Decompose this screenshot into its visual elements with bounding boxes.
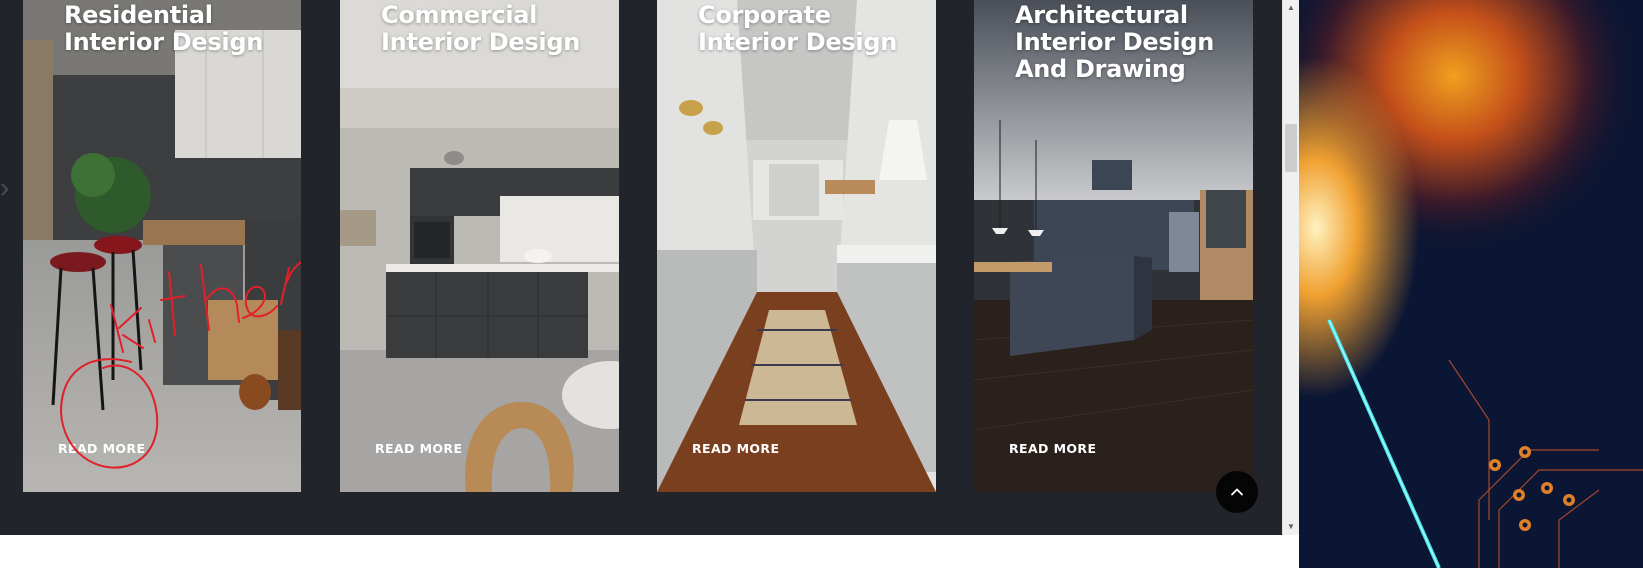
window-bottom-edge bbox=[0, 535, 1299, 568]
card-title-line: Corporate bbox=[698, 1, 831, 29]
scroll-to-top-button[interactable] bbox=[1216, 471, 1258, 513]
card-title: Architectural Interior Design And Drawin… bbox=[1015, 2, 1233, 83]
read-more-link[interactable]: READ MORE bbox=[692, 441, 779, 456]
read-more-link[interactable]: READ MORE bbox=[1009, 441, 1096, 456]
service-card-residential[interactable]: Residential Interior Design READ MORE bbox=[23, 0, 301, 492]
scroll-down-arrow-icon[interactable]: ▼ bbox=[1283, 519, 1299, 535]
card-title-line: Interior Design bbox=[381, 28, 580, 56]
card-title-line: Interior Design bbox=[698, 28, 897, 56]
residential-kitchen-photo bbox=[23, 0, 301, 492]
card-title-line: Interior Design bbox=[64, 28, 263, 56]
service-card-commercial[interactable]: Commercial Interior Design READ MORE bbox=[340, 0, 619, 492]
scroll-up-arrow-icon[interactable]: ▲ bbox=[1283, 0, 1299, 16]
carousel-prev-arrow[interactable]: › bbox=[0, 168, 10, 208]
read-more-link[interactable]: READ MORE bbox=[58, 441, 145, 456]
card-title-line: Commercial bbox=[381, 1, 538, 29]
card-title-line: Interior Design bbox=[1015, 28, 1214, 56]
vertical-scrollbar[interactable]: ▲ ▼ bbox=[1282, 0, 1299, 535]
circuit-background-image bbox=[1299, 0, 1643, 568]
service-card-architectural[interactable]: Architectural Interior Design And Drawin… bbox=[974, 0, 1253, 492]
card-title: Residential Interior Design bbox=[64, 2, 281, 56]
desktop-background-panel bbox=[1299, 0, 1643, 568]
card-title-line: Residential bbox=[64, 1, 213, 29]
card-title-line: Architectural bbox=[1015, 1, 1188, 29]
commercial-kitchen-photo bbox=[340, 0, 619, 492]
card-title: Corporate Interior Design bbox=[698, 2, 916, 56]
card-title-line: And Drawing bbox=[1015, 55, 1186, 83]
chevron-up-icon bbox=[1231, 488, 1243, 496]
corporate-kitchen-photo bbox=[657, 0, 936, 492]
service-card-corporate[interactable]: Corporate Interior Design READ MORE bbox=[657, 0, 936, 492]
scrollbar-thumb[interactable] bbox=[1285, 124, 1297, 172]
card-title: Commercial Interior Design bbox=[381, 2, 599, 56]
content-viewport: › Residential Interior Design READ MORE … bbox=[0, 0, 1282, 535]
read-more-link[interactable]: READ MORE bbox=[375, 441, 462, 456]
